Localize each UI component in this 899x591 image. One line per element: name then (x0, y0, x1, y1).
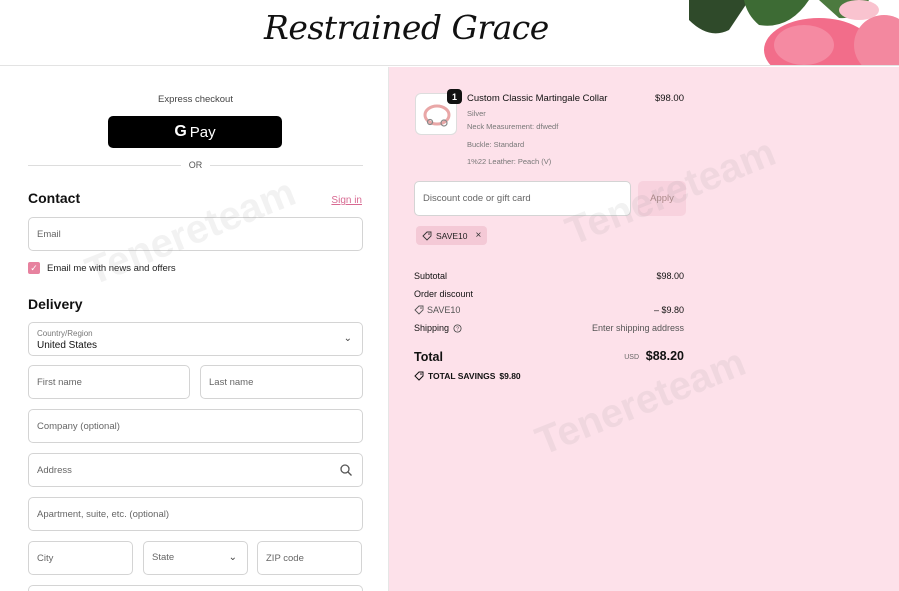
subtotal-value: $98.00 (656, 271, 684, 281)
flower-decoration (689, 0, 899, 65)
total-savings: TOTAL SAVINGS $9.80 (414, 371, 521, 381)
apartment-placeholder: Apartment, suite, etc. (optional) (37, 509, 170, 520)
discount-value: – $9.80 (653, 305, 684, 315)
product-variant: Silver (467, 109, 486, 118)
shipping-value: Enter shipping address (591, 323, 684, 333)
product-price: $98.00 (654, 93, 684, 104)
brand-logo[interactable]: Restrained Grace (264, 8, 549, 47)
tag-icon (422, 231, 432, 241)
help-icon[interactable]: ? (453, 323, 462, 333)
total-savings-value: $9.80 (499, 371, 521, 381)
currency-code: USD (624, 354, 639, 361)
checkout-form: Express checkout G Pay OR Contact Sign i… (0, 67, 389, 591)
applied-discount-chip: SAVE10 × (416, 226, 488, 245)
last-name-placeholder: Last name (209, 377, 254, 388)
google-pay-label: Pay (189, 123, 216, 141)
quantity-badge: 1 (447, 89, 462, 104)
order-discount-row: Order discount (414, 289, 684, 299)
svg-text:?: ? (456, 326, 459, 332)
country-select[interactable]: Country/Region United States ⌄ (28, 322, 363, 356)
company-placeholder: Company (optional) (37, 421, 120, 432)
discount-placeholder: Discount code or gift card (423, 193, 531, 204)
google-pay-button[interactable]: G Pay (108, 116, 282, 148)
google-g-icon: G (174, 123, 187, 140)
subtotal-row: Subtotal $98.00 (414, 271, 684, 281)
zip-field[interactable]: ZIP code (257, 541, 362, 575)
chevron-down-icon: ⌄ (228, 552, 237, 563)
address-field[interactable]: Address (28, 453, 363, 487)
remove-discount-icon[interactable]: × (476, 230, 482, 241)
or-label: OR (188, 160, 203, 170)
applied-code: SAVE10 (436, 230, 468, 241)
email-field[interactable]: Email (28, 217, 363, 251)
chevron-down-icon: ⌄ (343, 333, 352, 344)
news-checkbox-label: Email me with news and offers (47, 262, 176, 274)
order-summary: 1 Custom Classic Martingale Collar $98.0… (389, 67, 899, 591)
state-select[interactable]: State ⌄ (143, 541, 248, 575)
country-label: Country/Region (37, 329, 93, 338)
discount-code-label: SAVE10 (427, 305, 461, 315)
sign-in-link[interactable]: Sign in (331, 195, 362, 206)
company-field[interactable]: Company (optional) (28, 409, 363, 443)
contact-title: Contact (28, 190, 81, 206)
discount-code-row: SAVE10 – $9.80 (414, 305, 684, 317)
zip-placeholder: ZIP code (266, 553, 304, 564)
or-divider: OR (28, 159, 363, 171)
first-name-placeholder: First name (37, 377, 82, 388)
apply-button[interactable]: Apply (638, 181, 686, 216)
last-name-field[interactable]: Last name (200, 365, 363, 399)
country-value: United States (37, 340, 98, 351)
phone-field[interactable] (28, 585, 363, 591)
subtotal-label: Subtotal (414, 271, 448, 281)
state-label: State (152, 552, 175, 563)
shipping-label: Shipping (414, 323, 450, 333)
total-label: Total (414, 350, 443, 364)
total-value: $88.20 (645, 349, 684, 363)
express-checkout-label: Express checkout (158, 94, 233, 105)
total-savings-label: TOTAL SAVINGS (428, 371, 496, 381)
news-checkbox[interactable]: ✓ (28, 262, 40, 274)
product-neck-measurement: Neck Measurement: dfwedf (467, 122, 559, 131)
product-name: Custom Classic Martingale Collar (467, 93, 608, 104)
address-placeholder: Address (37, 465, 72, 476)
site-header: Restrained Grace (0, 0, 899, 66)
delivery-title: Delivery (28, 296, 83, 312)
news-checkbox-row[interactable]: ✓ Email me with news and offers (28, 262, 176, 274)
email-placeholder: Email (37, 229, 61, 240)
tag-icon (414, 371, 424, 381)
product-leather: 1%22 Leather: Peach (V) (467, 157, 552, 166)
city-placeholder: City (37, 553, 54, 564)
city-field[interactable]: City (28, 541, 133, 575)
shipping-row: Shipping ? Enter shipping address (414, 323, 684, 333)
search-icon (340, 464, 352, 476)
tag-icon (414, 305, 424, 315)
product-buckle: Buckle: Standard (467, 140, 525, 149)
order-discount-label: Order discount (414, 289, 474, 299)
apartment-field[interactable]: Apartment, suite, etc. (optional) (28, 497, 363, 531)
first-name-field[interactable]: First name (28, 365, 190, 399)
discount-code-input[interactable]: Discount code or gift card (414, 181, 631, 216)
